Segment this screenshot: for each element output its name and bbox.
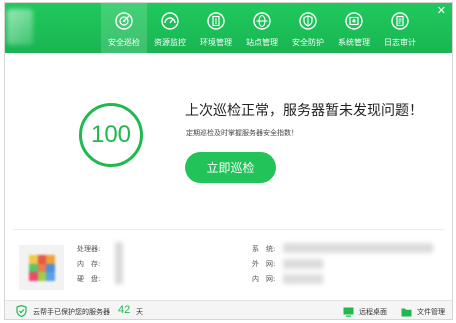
nav-label: 安全巡检 xyxy=(108,38,140,47)
cpu-label: 处理器: xyxy=(77,245,101,253)
server-logo-icon xyxy=(29,255,55,281)
close-icon[interactable]: ✕ xyxy=(437,5,446,16)
nav-item-site[interactable]: 站点管理 xyxy=(239,3,285,53)
nav-label: 安全防护 xyxy=(292,38,324,47)
protection-status-text: 云帮手已保护您的服务器 xyxy=(33,308,110,316)
document-icon xyxy=(391,12,409,30)
nav-label: 资源监控 xyxy=(154,38,186,47)
remote-desktop-label: 远程桌面 xyxy=(359,307,387,316)
private-ip-label: 内 网: xyxy=(252,275,276,283)
nav-item-log-audit[interactable]: 日志审计 xyxy=(377,3,423,53)
nav-item-security-inspection[interactable]: 安全巡检 xyxy=(101,3,147,53)
top-bar: ✕ 安全巡检 资源监控 环境管理 站点管理 安全防护 系统管理 日志审计 xyxy=(5,3,452,53)
redacted-public-ip xyxy=(283,259,323,269)
redacted-os-info xyxy=(283,243,433,253)
redacted-private-ip xyxy=(283,274,323,284)
os-label: 系 统: xyxy=(252,245,276,253)
start-inspection-button[interactable]: 立即巡检 xyxy=(185,152,276,183)
server-thumbnail xyxy=(19,245,64,290)
nav-item-system[interactable]: 系统管理 xyxy=(331,3,377,53)
nav-label: 系统管理 xyxy=(338,38,370,47)
nav-item-environment[interactable]: 环境管理 xyxy=(193,3,239,53)
disk-label: 硬 盘: xyxy=(77,275,101,283)
inspection-status-title: 上次巡检正常，服务器暂未发现问题！ xyxy=(185,103,423,119)
memory-label: 内 存: xyxy=(77,260,101,268)
radar-icon xyxy=(115,12,133,30)
nav-label: 环境管理 xyxy=(200,38,232,47)
protected-days-count: 42 xyxy=(118,304,131,316)
nav-item-resource-monitor[interactable]: 资源监控 xyxy=(147,3,193,53)
days-unit: 天 xyxy=(136,308,143,316)
public-ip-label: 外 网: xyxy=(252,260,276,268)
app-logo xyxy=(7,9,33,45)
shield-check-icon xyxy=(16,305,27,317)
shield-icon xyxy=(299,12,317,30)
gauge-icon xyxy=(161,12,179,30)
file-manager-button[interactable]: 文件管理 xyxy=(401,301,445,319)
remote-desktop-button[interactable]: 远程桌面 xyxy=(343,301,387,319)
monitor-icon xyxy=(343,307,354,317)
main-nav: 安全巡检 资源监控 环境管理 站点管理 安全防护 系统管理 日志审计 xyxy=(101,3,423,53)
redacted-hardware-info xyxy=(115,242,123,284)
app-window: ✕ 安全巡检 资源监控 环境管理 站点管理 安全防护 系统管理 日志审计 100… xyxy=(4,2,453,320)
nav-label: 日志审计 xyxy=(384,38,416,47)
building-icon xyxy=(207,12,225,30)
folder-icon xyxy=(401,308,412,316)
divider xyxy=(13,229,444,230)
security-score-ring: 100 xyxy=(79,103,143,167)
nav-item-protection[interactable]: 安全防护 xyxy=(285,3,331,53)
inspection-tip: 定期巡检及时掌握服务器安全指数！ xyxy=(186,129,298,137)
status-footer: 云帮手已保护您的服务器 42 天 远程桌面 文件管理 xyxy=(5,300,452,319)
nav-label: 站点管理 xyxy=(246,38,278,47)
globe-icon xyxy=(253,12,271,30)
settings-screen-icon xyxy=(345,12,363,30)
file-manager-label: 文件管理 xyxy=(417,307,445,316)
security-score: 100 xyxy=(90,121,132,148)
